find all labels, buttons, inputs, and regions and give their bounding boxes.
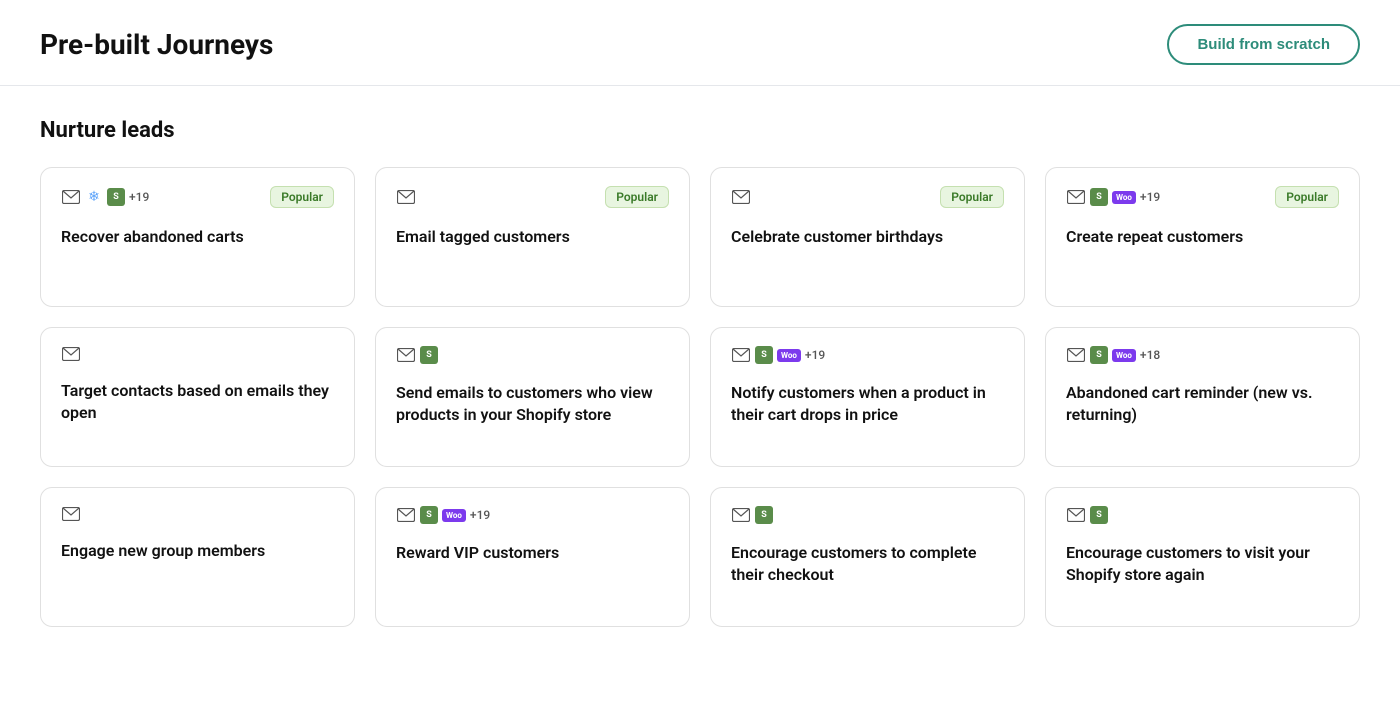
card-title-email-tagged-customers: Email tagged customers	[396, 226, 669, 248]
card-icons-target-contacts	[61, 346, 81, 362]
card-header-engage-new-group-members	[61, 506, 334, 522]
card-encourage-visit-shopify[interactable]: S Encourage customers to visit your Shopi…	[1045, 487, 1360, 627]
card-icons-recover-abandoned-carts: ❄S +19	[61, 188, 149, 206]
icon-count: +19	[470, 508, 490, 522]
main-content: Nurture leads ❄S+19PopularRecover abando…	[0, 86, 1400, 679]
page-title: Pre-built Journeys	[40, 28, 273, 61]
card-header-celebrate-birthdays: Popular	[731, 186, 1004, 208]
shopify-icon: S	[755, 506, 773, 524]
card-title-send-emails-view-products: Send emails to customers who view produc…	[396, 382, 669, 427]
icon-count: +19	[129, 190, 149, 204]
email-icon	[731, 507, 751, 523]
card-celebrate-birthdays[interactable]: Popular Celebrate customer birthdays	[710, 167, 1025, 307]
card-title-notify-cart-price-drop: Notify customers when a product in their…	[731, 382, 1004, 427]
card-reward-vip-customers[interactable]: S Woo +19 Reward VIP customers	[375, 487, 690, 627]
card-notify-cart-price-drop[interactable]: S Woo +19 Notify customers when a product i…	[710, 327, 1025, 467]
card-icons-engage-new-group-members	[61, 506, 81, 522]
shopify-icon: S	[755, 346, 773, 364]
email-icon	[1066, 507, 1086, 523]
woo-icon: Woo	[442, 509, 466, 522]
card-icons-send-emails-view-products: S	[396, 346, 438, 364]
woo-icon: Woo	[1112, 349, 1136, 362]
card-engage-new-group-members[interactable]: Engage new group members	[40, 487, 355, 627]
email-icon	[396, 189, 416, 205]
card-icons-create-repeat-customers: S Woo +19	[1066, 188, 1160, 206]
card-icons-reward-vip-customers: S Woo +19	[396, 506, 490, 524]
email-icon	[61, 346, 81, 362]
cards-container: ❄S+19PopularRecover abandoned carts Popu…	[40, 167, 1360, 627]
popular-badge: Popular	[1275, 186, 1339, 208]
card-header-encourage-visit-shopify: S	[1066, 506, 1339, 524]
card-title-abandoned-cart-reminder: Abandoned cart reminder (new vs. returni…	[1066, 382, 1339, 427]
email-icon	[396, 507, 416, 523]
card-title-reward-vip-customers: Reward VIP customers	[396, 542, 669, 564]
card-recover-abandoned-carts[interactable]: ❄S +19 Popular Recover abandoned carts	[40, 167, 355, 307]
email-icon	[731, 347, 751, 363]
email-icon	[731, 189, 751, 205]
card-encourage-complete-checkout[interactable]: S Encourage customers to complete their c…	[710, 487, 1025, 627]
icon-count: +18	[1140, 348, 1160, 362]
shopify-icon: S	[1090, 346, 1108, 364]
card-title-encourage-visit-shopify: Encourage customers to visit your Shopif…	[1066, 542, 1339, 587]
popular-badge: Popular	[270, 186, 334, 208]
card-email-tagged-customers[interactable]: Popular Email tagged customers	[375, 167, 690, 307]
card-title-target-contacts: Target contacts based on emails they ope…	[61, 380, 334, 425]
woo-icon: Woo	[1112, 191, 1136, 204]
shopify-icon: S	[1090, 188, 1108, 206]
card-target-contacts[interactable]: Target contacts based on emails they ope…	[40, 327, 355, 467]
card-icons-abandoned-cart-reminder: S Woo +18	[1066, 346, 1160, 364]
card-icons-celebrate-birthdays	[731, 189, 751, 205]
card-title-create-repeat-customers: Create repeat customers	[1066, 226, 1339, 248]
card-header-recover-abandoned-carts: ❄S +19 Popular	[61, 186, 334, 208]
card-abandoned-cart-reminder[interactable]: S Woo +18 Abandoned cart reminder (new vs. …	[1045, 327, 1360, 467]
woo-icon: Woo	[777, 349, 801, 362]
page-header: Pre-built Journeys Build from scratch	[0, 0, 1400, 86]
popular-badge: Popular	[605, 186, 669, 208]
card-icons-notify-cart-price-drop: S Woo +19	[731, 346, 825, 364]
card-header-abandoned-cart-reminder: S Woo +18	[1066, 346, 1339, 364]
email-icon	[61, 189, 81, 205]
card-title-celebrate-birthdays: Celebrate customer birthdays	[731, 226, 1004, 248]
shopify-icon: S	[420, 506, 438, 524]
card-title-engage-new-group-members: Engage new group members	[61, 540, 334, 562]
card-send-emails-view-products[interactable]: S Send emails to customers who view produ…	[375, 327, 690, 467]
card-title-encourage-complete-checkout: Encourage customers to complete their ch…	[731, 542, 1004, 587]
snowflake-icon: ❄	[85, 188, 103, 206]
card-header-notify-cart-price-drop: S Woo +19	[731, 346, 1004, 364]
card-icons-encourage-complete-checkout: S	[731, 506, 773, 524]
section-title: Nurture leads	[40, 118, 1360, 143]
card-header-encourage-complete-checkout: S	[731, 506, 1004, 524]
card-icons-email-tagged-customers	[396, 189, 416, 205]
email-icon	[396, 347, 416, 363]
shopify-icon: S	[107, 188, 125, 206]
card-header-email-tagged-customers: Popular	[396, 186, 669, 208]
email-icon	[1066, 347, 1086, 363]
card-icons-encourage-visit-shopify: S	[1066, 506, 1108, 524]
email-icon	[1066, 189, 1086, 205]
cards-row-row1: ❄S+19PopularRecover abandoned carts Popu…	[40, 167, 1360, 307]
build-from-scratch-button[interactable]: Build from scratch	[1167, 24, 1360, 65]
card-title-recover-abandoned-carts: Recover abandoned carts	[61, 226, 334, 248]
cards-row-row2: Target contacts based on emails they ope…	[40, 327, 1360, 467]
card-header-reward-vip-customers: S Woo +19	[396, 506, 669, 524]
card-header-target-contacts	[61, 346, 334, 362]
card-header-create-repeat-customers: S Woo +19 Popular	[1066, 186, 1339, 208]
card-header-send-emails-view-products: S	[396, 346, 669, 364]
icon-count: +19	[1140, 190, 1160, 204]
popular-badge: Popular	[940, 186, 1004, 208]
card-create-repeat-customers[interactable]: S Woo +19 Popular Create repeat customers	[1045, 167, 1360, 307]
shopify-icon: S	[420, 346, 438, 364]
icon-count: +19	[805, 348, 825, 362]
email-icon	[61, 506, 81, 522]
cards-row-row3: Engage new group members S Woo +19 Reward V…	[40, 487, 1360, 627]
shopify-icon: S	[1090, 506, 1108, 524]
